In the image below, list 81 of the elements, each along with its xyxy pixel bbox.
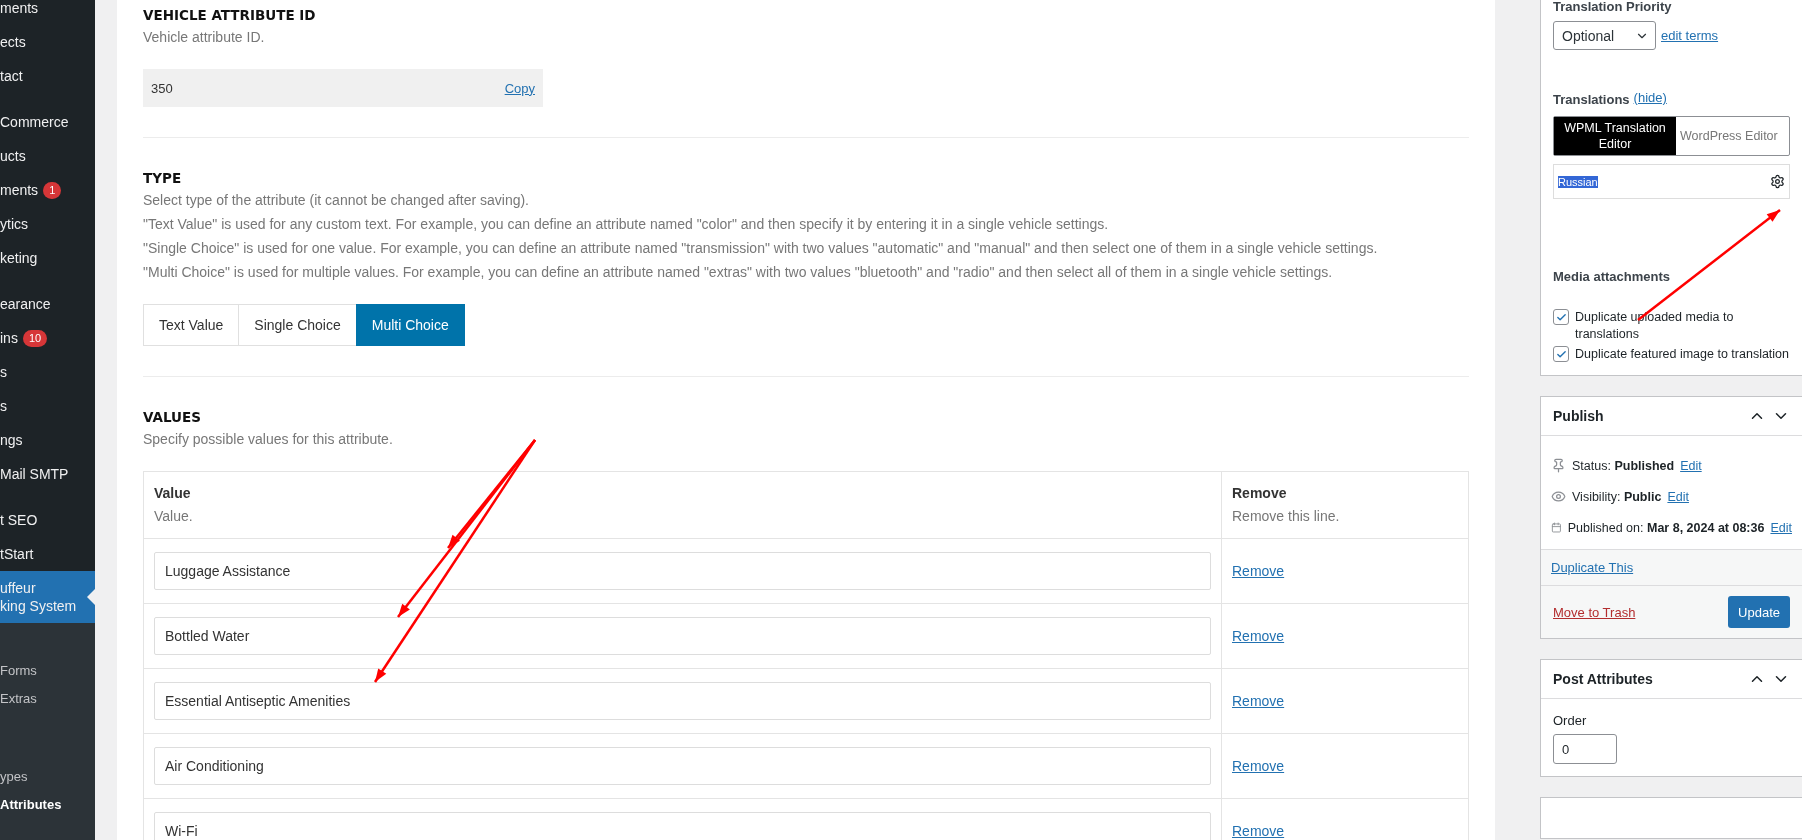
id-value: 350	[151, 80, 173, 96]
settings-icon[interactable]	[1770, 174, 1785, 189]
type-option-button[interactable]: Text Value	[143, 304, 240, 346]
value-input-field[interactable]: Luggage Assistance	[154, 552, 1211, 590]
sidebar-item[interactable]: Commerce	[0, 105, 95, 139]
remove-link[interactable]: Remove	[1232, 693, 1285, 709]
sidebar-item[interactable]: s	[0, 355, 95, 389]
checkbox[interactable]	[1553, 346, 1569, 362]
pin-icon	[1551, 458, 1566, 473]
sidebar-item[interactable]: ments	[0, 0, 95, 25]
column-description: Remove this line.	[1232, 507, 1341, 526]
column-description: Value.	[154, 507, 194, 526]
submenu-item[interactable]: Forms	[0, 657, 95, 685]
sidebar-item[interactable]: ments 1	[0, 173, 95, 207]
section-heading: TYPE	[143, 169, 183, 188]
type-option-button[interactable]: Single Choice	[238, 304, 357, 346]
column-heading: Value	[154, 484, 192, 503]
section-description: Vehicle attribute ID.	[143, 28, 266, 47]
field-label: Media attachments	[1553, 268, 1672, 286]
remove-link[interactable]: Remove	[1232, 563, 1285, 579]
sidebar-item[interactable]: t SEO	[0, 503, 95, 537]
submenu-item[interactable]: Extras	[0, 685, 95, 713]
duplicate-link[interactable]: Duplicate This	[1551, 560, 1634, 575]
remove-link[interactable]: Remove	[1232, 628, 1285, 644]
edit-terms-link[interactable]: edit terms	[1661, 28, 1719, 43]
publish-detail: Status: Published	[1572, 458, 1675, 473]
value-input-field[interactable]: Air Conditioning	[154, 747, 1211, 785]
section-description: "Single Choice" is used for one value. For example, you can define an attribute named "transmission" with two values "automatic" and "manual" and then select one of them in a single vehicle settings.	[143, 239, 1379, 258]
calendar-icon	[1551, 520, 1562, 535]
sidebar-item[interactable]: earance	[0, 287, 95, 321]
check-icon	[1555, 311, 1567, 323]
copy-link[interactable]: Copy	[504, 80, 535, 96]
editor-tab[interactable]: WPML Translation Editor	[1554, 117, 1676, 155]
sidebar-item[interactable]: ects	[0, 25, 95, 59]
field-label: Order	[1553, 713, 1588, 728]
section-description: "Text Value" is used for any custom text. For example, you can define an attribute named "color" and then specify it by entering it in a single vehicle settings.	[143, 215, 1110, 234]
update-button[interactable]: Update	[1728, 596, 1790, 628]
section-description: "Multi Choice" is used for multiple values. For example, you can define an attribute named "extras" with two values "bluetooth" and "radio" and then select all of them in a single vehicle settings.	[143, 263, 1334, 282]
field-label: Translation Priority	[1553, 0, 1673, 16]
count-badge: 10	[22, 329, 48, 347]
checkbox[interactable]	[1553, 309, 1569, 325]
section-heading: VEHICLE ATTRIBUTE ID	[143, 6, 317, 25]
sidebar-item[interactable]: ytics	[0, 207, 95, 241]
value-input-field[interactable]: Bottled Water	[154, 617, 1211, 655]
sidebar-item[interactable]: Mail SMTP	[0, 457, 95, 491]
submenu-item[interactable]: ypes	[0, 763, 95, 791]
sidebar-item[interactable]: keting	[0, 241, 95, 275]
publish-detail: Visibility: Public	[1572, 489, 1662, 504]
checkbox-label: Duplicate featured image to translation	[1575, 346, 1789, 363]
eye-icon	[1551, 489, 1566, 504]
section-heading: VALUES	[143, 408, 202, 427]
section-description: Select type of the attribute (it cannot be changed after saving).	[143, 191, 530, 210]
sidebar-item[interactable]: ins 10	[0, 321, 95, 355]
value-input-field[interactable]: Wi-Fi	[154, 812, 1211, 840]
sidebar-item[interactable]: ucts	[0, 139, 95, 173]
order-input-field[interactable]: 0	[1553, 734, 1617, 764]
sidebar-item[interactable]: tStart	[0, 537, 95, 571]
value-input-field[interactable]: Essential Antiseptic Amenities	[154, 682, 1211, 720]
sidebar-item[interactable]: ngs	[0, 423, 95, 457]
hide-link[interactable]: (hide)	[1633, 90, 1667, 110]
remove-link[interactable]: Remove	[1232, 758, 1285, 774]
field-label: Translations	[1553, 91, 1630, 109]
edit-link[interactable]: Edit	[1770, 520, 1792, 535]
panel-title: Publish	[1553, 408, 1604, 424]
type-option-button[interactable]: Multi Choice	[355, 304, 465, 346]
edit-link[interactable]: Edit	[1667, 489, 1689, 504]
sidebar-item[interactable]: tact	[0, 59, 95, 93]
edit-link[interactable]: Edit	[1680, 458, 1702, 473]
remove-link[interactable]: Remove	[1232, 823, 1285, 839]
publish-detail: Published on: Mar 8, 2024 at 08:36	[1567, 520, 1765, 535]
sidebar-item[interactable]: uffeur king System	[0, 571, 95, 623]
section-description: Specify possible values for this attribute.	[143, 430, 394, 449]
count-badge: 1	[43, 181, 62, 199]
check-icon	[1555, 348, 1567, 360]
language-name: Russian	[1558, 175, 1598, 188]
sidebar-item[interactable]: s	[0, 389, 95, 423]
submenu-item[interactable]: Attributes	[0, 791, 95, 819]
priority-select[interactable]: Optional	[1553, 21, 1656, 50]
panel-title: Post Attributes	[1553, 671, 1653, 687]
column-heading: Remove	[1232, 484, 1288, 503]
trash-link[interactable]: Move to Trash	[1553, 604, 1636, 620]
